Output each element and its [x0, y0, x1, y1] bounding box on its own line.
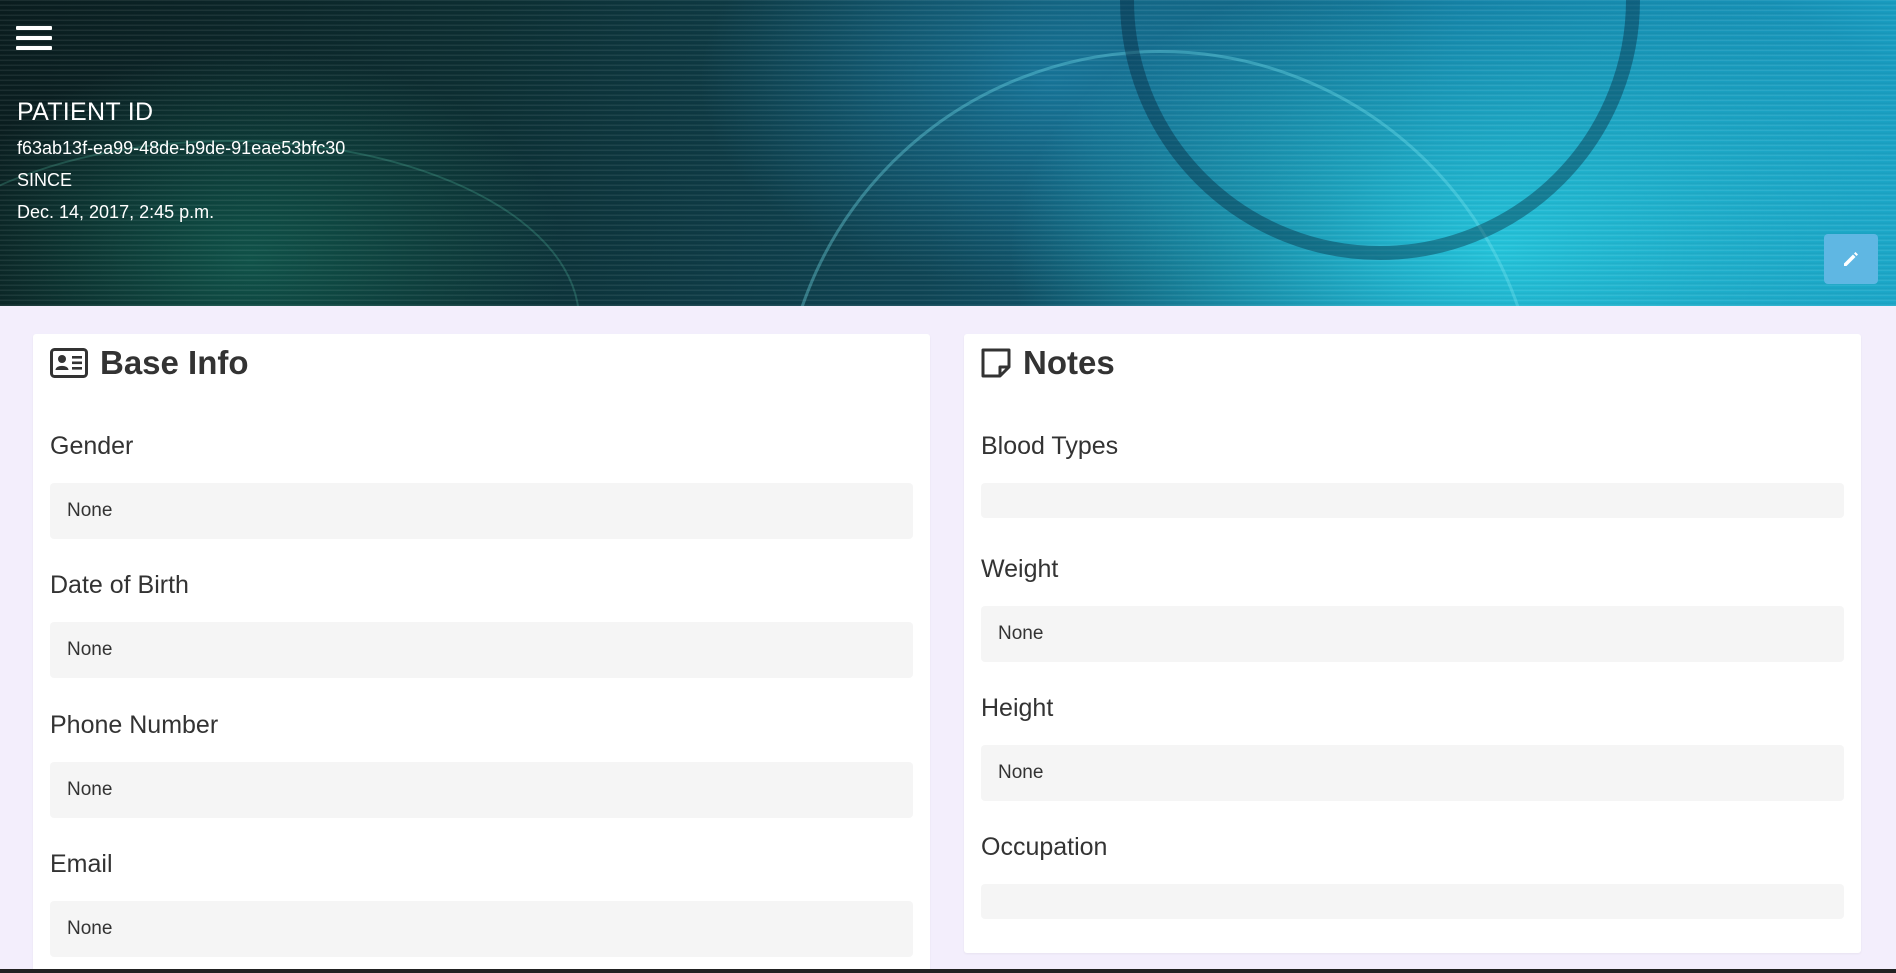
- base-info-title-text: Base Info: [100, 344, 249, 381]
- gender-value: None: [50, 483, 913, 539]
- email-label: Email: [50, 850, 113, 878]
- base-info-card: Base Info Gender None Date of Birth None…: [33, 334, 930, 973]
- bottom-border: [0, 969, 1896, 973]
- base-info-title: Base Info: [50, 344, 249, 382]
- since-label: SINCE: [17, 170, 73, 190]
- patient-id-heading: PATIENT ID: [17, 98, 154, 126]
- edit-button[interactable]: [1824, 234, 1878, 284]
- gender-label: Gender: [50, 432, 134, 460]
- sticky-note-icon: [981, 348, 1011, 378]
- weight-label: Weight: [981, 555, 1059, 583]
- notes-title-text: Notes: [1023, 344, 1115, 381]
- pencil-icon: [1844, 252, 1858, 266]
- patient-id-value: f63ab13f-ea99-48de-b9de-91eae53bfc30: [17, 138, 346, 158]
- phone-number-label: Phone Number: [50, 711, 219, 739]
- occupation-label: Occupation: [981, 833, 1108, 861]
- height-label: Height: [981, 694, 1054, 722]
- blood-types-value: [981, 483, 1844, 518]
- blood-types-label: Blood Types: [981, 432, 1119, 460]
- since-value: Dec. 14, 2017, 2:45 p.m.: [17, 202, 215, 222]
- date-of-birth-label: Date of Birth: [50, 571, 189, 599]
- phone-number-value: None: [50, 762, 913, 818]
- hamburger-menu-icon[interactable]: [16, 26, 52, 54]
- notes-title: Notes: [981, 344, 1115, 382]
- id-card-icon: [50, 348, 88, 378]
- header-banner: PATIENT ID f63ab13f-ea99-48de-b9de-91eae…: [0, 0, 1896, 306]
- date-of-birth-value: None: [50, 622, 913, 678]
- email-value: None: [50, 901, 913, 957]
- notes-card: Notes Blood Types Weight None Height Non…: [964, 334, 1861, 953]
- occupation-value: [981, 884, 1844, 919]
- weight-value: None: [981, 606, 1844, 662]
- height-value: None: [981, 745, 1844, 801]
